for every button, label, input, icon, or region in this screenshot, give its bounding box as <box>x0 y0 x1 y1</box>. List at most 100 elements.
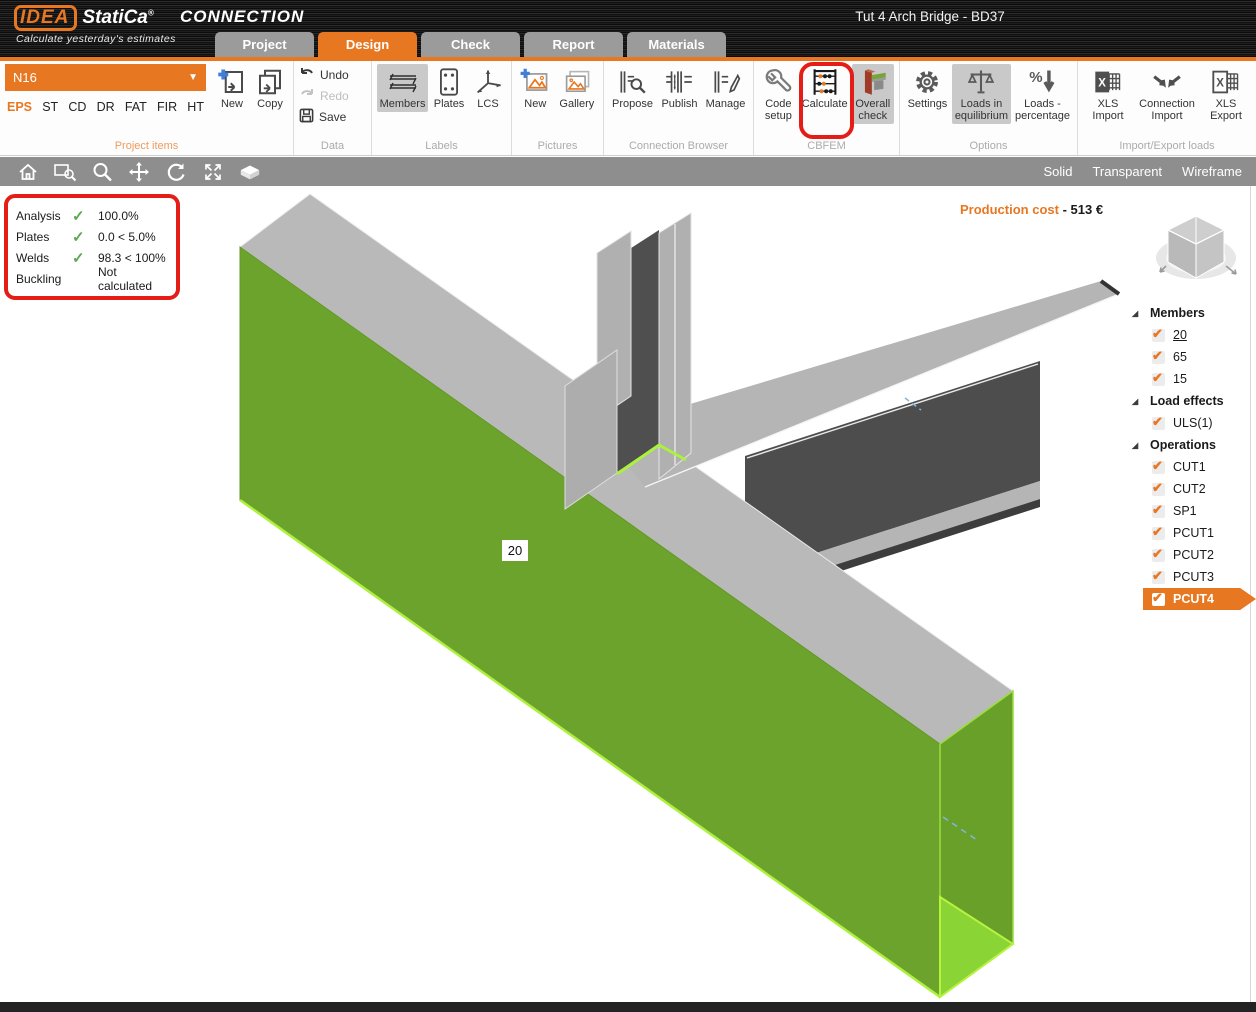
tab-project[interactable]: Project <box>215 32 314 57</box>
checkbox[interactable] <box>1152 505 1165 518</box>
xls-export-button[interactable]: X XLS Export <box>1201 64 1251 124</box>
mode-fir[interactable]: FIR <box>157 100 177 114</box>
tab-report[interactable]: Report <box>524 32 623 57</box>
tree-header-members[interactable]: ◢ Members <box>1128 302 1252 324</box>
checkbox[interactable] <box>1152 527 1165 540</box>
zoom-fit-icon[interactable] <box>201 160 225 184</box>
view-mode-transparent[interactable]: Transparent <box>1092 164 1162 179</box>
xls-import-button[interactable]: X XLS Import <box>1083 64 1133 124</box>
analysis-mode-row: EPS ST CD DR FAT FIR HT <box>5 91 206 114</box>
save-icon <box>299 108 314 126</box>
chevron-down-icon: ▼ <box>188 72 198 83</box>
tree-item-cut2[interactable]: CUT2 <box>1128 478 1252 500</box>
scales-icon <box>965 66 997 98</box>
app-logo: IDEA StatiCa® <box>14 5 154 31</box>
tree-item-member-65[interactable]: 65 <box>1128 346 1252 368</box>
section-label-connection-browser: Connection Browser <box>604 140 753 155</box>
navigation-cube[interactable] <box>1152 208 1240 290</box>
new-picture-icon <box>519 66 551 98</box>
mode-ht[interactable]: HT <box>187 100 204 114</box>
save-button[interactable]: Save <box>299 108 349 126</box>
tree-item-sp1[interactable]: SP1 <box>1128 500 1252 522</box>
window-title: Tut 4 Arch Bridge - BD37 <box>800 9 1060 24</box>
checkbox[interactable] <box>1152 329 1165 342</box>
gallery-button[interactable]: Gallery <box>556 64 598 112</box>
checkbox[interactable] <box>1152 461 1165 474</box>
tree-item-member-15[interactable]: 15 <box>1128 368 1252 390</box>
gear-icon <box>911 66 943 98</box>
code-setup-button[interactable]: Code setup <box>759 64 798 124</box>
checkbox[interactable] <box>1152 483 1165 496</box>
tree-item-pcut3[interactable]: PCUT3 <box>1128 566 1252 588</box>
view-mode-wireframe[interactable]: Wireframe <box>1182 164 1242 179</box>
lcs-labels-button[interactable]: LCS <box>470 64 506 112</box>
tree-item-pcut2[interactable]: PCUT2 <box>1128 544 1252 566</box>
tree-item-pcut4[interactable]: PCUT4 <box>1143 588 1256 610</box>
redo-icon <box>299 88 315 105</box>
ribbon-section-labels: Members Plates LCS Labels <box>372 61 512 155</box>
overall-check-icon <box>857 66 889 98</box>
check-pass-icon: ✓ <box>72 228 98 246</box>
copy-item-button[interactable]: Copy <box>252 64 288 112</box>
section-label-import-export: Import/Export loads <box>1078 140 1256 155</box>
mode-eps[interactable]: EPS <box>7 100 32 114</box>
tree-item-member-20[interactable]: 20 <box>1128 324 1252 346</box>
logo-statica-text: StatiCa® <box>82 7 153 29</box>
model-3d-scene <box>0 186 1256 1002</box>
new-item-button[interactable]: New <box>214 64 250 112</box>
check-row-analysis: Analysis ✓ 100.0% <box>16 205 168 226</box>
zoom-icon[interactable] <box>90 160 114 184</box>
home-view-icon[interactable] <box>16 160 40 184</box>
tab-check[interactable]: Check <box>421 32 520 57</box>
connection-import-icon <box>1151 66 1183 98</box>
tab-materials[interactable]: Materials <box>627 32 726 57</box>
view-mode-solid[interactable]: Solid <box>1044 164 1073 179</box>
project-item-dropdown[interactable]: N16 ▼ <box>5 64 206 91</box>
publish-button[interactable]: Publish <box>658 64 701 112</box>
mode-cd[interactable]: CD <box>68 100 86 114</box>
settings-button[interactable]: Settings <box>905 64 950 112</box>
tree-item-cut1[interactable]: CUT1 <box>1128 456 1252 478</box>
solid-brick-icon[interactable] <box>238 160 262 184</box>
tree-item-pcut1[interactable]: PCUT1 <box>1128 522 1252 544</box>
tab-design[interactable]: Design <box>318 32 417 57</box>
mode-fat[interactable]: FAT <box>125 100 147 114</box>
undo-button[interactable]: Undo <box>299 66 349 84</box>
checkbox[interactable] <box>1152 373 1165 386</box>
mode-st[interactable]: ST <box>42 100 58 114</box>
checkbox[interactable] <box>1152 549 1165 562</box>
model-viewport[interactable]: 20 Analysis ✓ 100.0% Plates ✓ 0.0 < 5.0%… <box>0 186 1256 1002</box>
manage-button[interactable]: Manage <box>703 64 748 112</box>
calculate-button[interactable]: Calculate <box>800 64 850 112</box>
tree-header-load-effects[interactable]: ◢ Load effects <box>1128 390 1252 412</box>
tree-header-operations[interactable]: ◢ Operations <box>1128 434 1252 456</box>
view-mode-switch: Solid Transparent Wireframe <box>1044 164 1242 179</box>
overall-check-button[interactable]: Overall check <box>852 64 894 124</box>
plates-labels-button[interactable]: Plates <box>430 64 468 112</box>
plate-icon <box>433 66 465 98</box>
zoom-window-icon[interactable] <box>53 160 77 184</box>
propose-button[interactable]: Propose <box>609 64 656 112</box>
model-tree: ◢ Members 20 65 15 ◢ Load effects ULS( <box>1128 302 1252 610</box>
loads-in-equilibrium-button[interactable]: Loads in equilibrium <box>952 64 1011 124</box>
status-bar <box>0 1002 1256 1012</box>
section-label-cbfem: CBFEM <box>754 140 899 155</box>
tree-item-uls1[interactable]: ULS(1) <box>1128 412 1252 434</box>
members-labels-button[interactable]: Members <box>377 64 428 112</box>
rotate-icon[interactable] <box>164 160 188 184</box>
check-row-plates: Plates ✓ 0.0 < 5.0% <box>16 226 168 247</box>
redo-button[interactable]: Redo <box>299 87 349 105</box>
mode-dr[interactable]: DR <box>97 100 115 114</box>
checkbox[interactable] <box>1152 571 1165 584</box>
ribbon-section-connection-browser: Propose Publish Manage Connection Browse… <box>604 61 754 155</box>
checkbox[interactable] <box>1152 351 1165 364</box>
gallery-icon <box>561 66 593 98</box>
loads-percentage-button[interactable]: % Loads - percentage <box>1013 64 1072 124</box>
checkbox[interactable] <box>1152 593 1165 606</box>
checkbox[interactable] <box>1152 417 1165 430</box>
connection-import-button[interactable]: Connection Import <box>1135 64 1199 124</box>
pan-icon[interactable] <box>127 160 151 184</box>
new-picture-button[interactable]: New <box>517 64 554 112</box>
manage-pencil-icon <box>710 66 742 98</box>
svg-text:X: X <box>1216 78 1224 90</box>
